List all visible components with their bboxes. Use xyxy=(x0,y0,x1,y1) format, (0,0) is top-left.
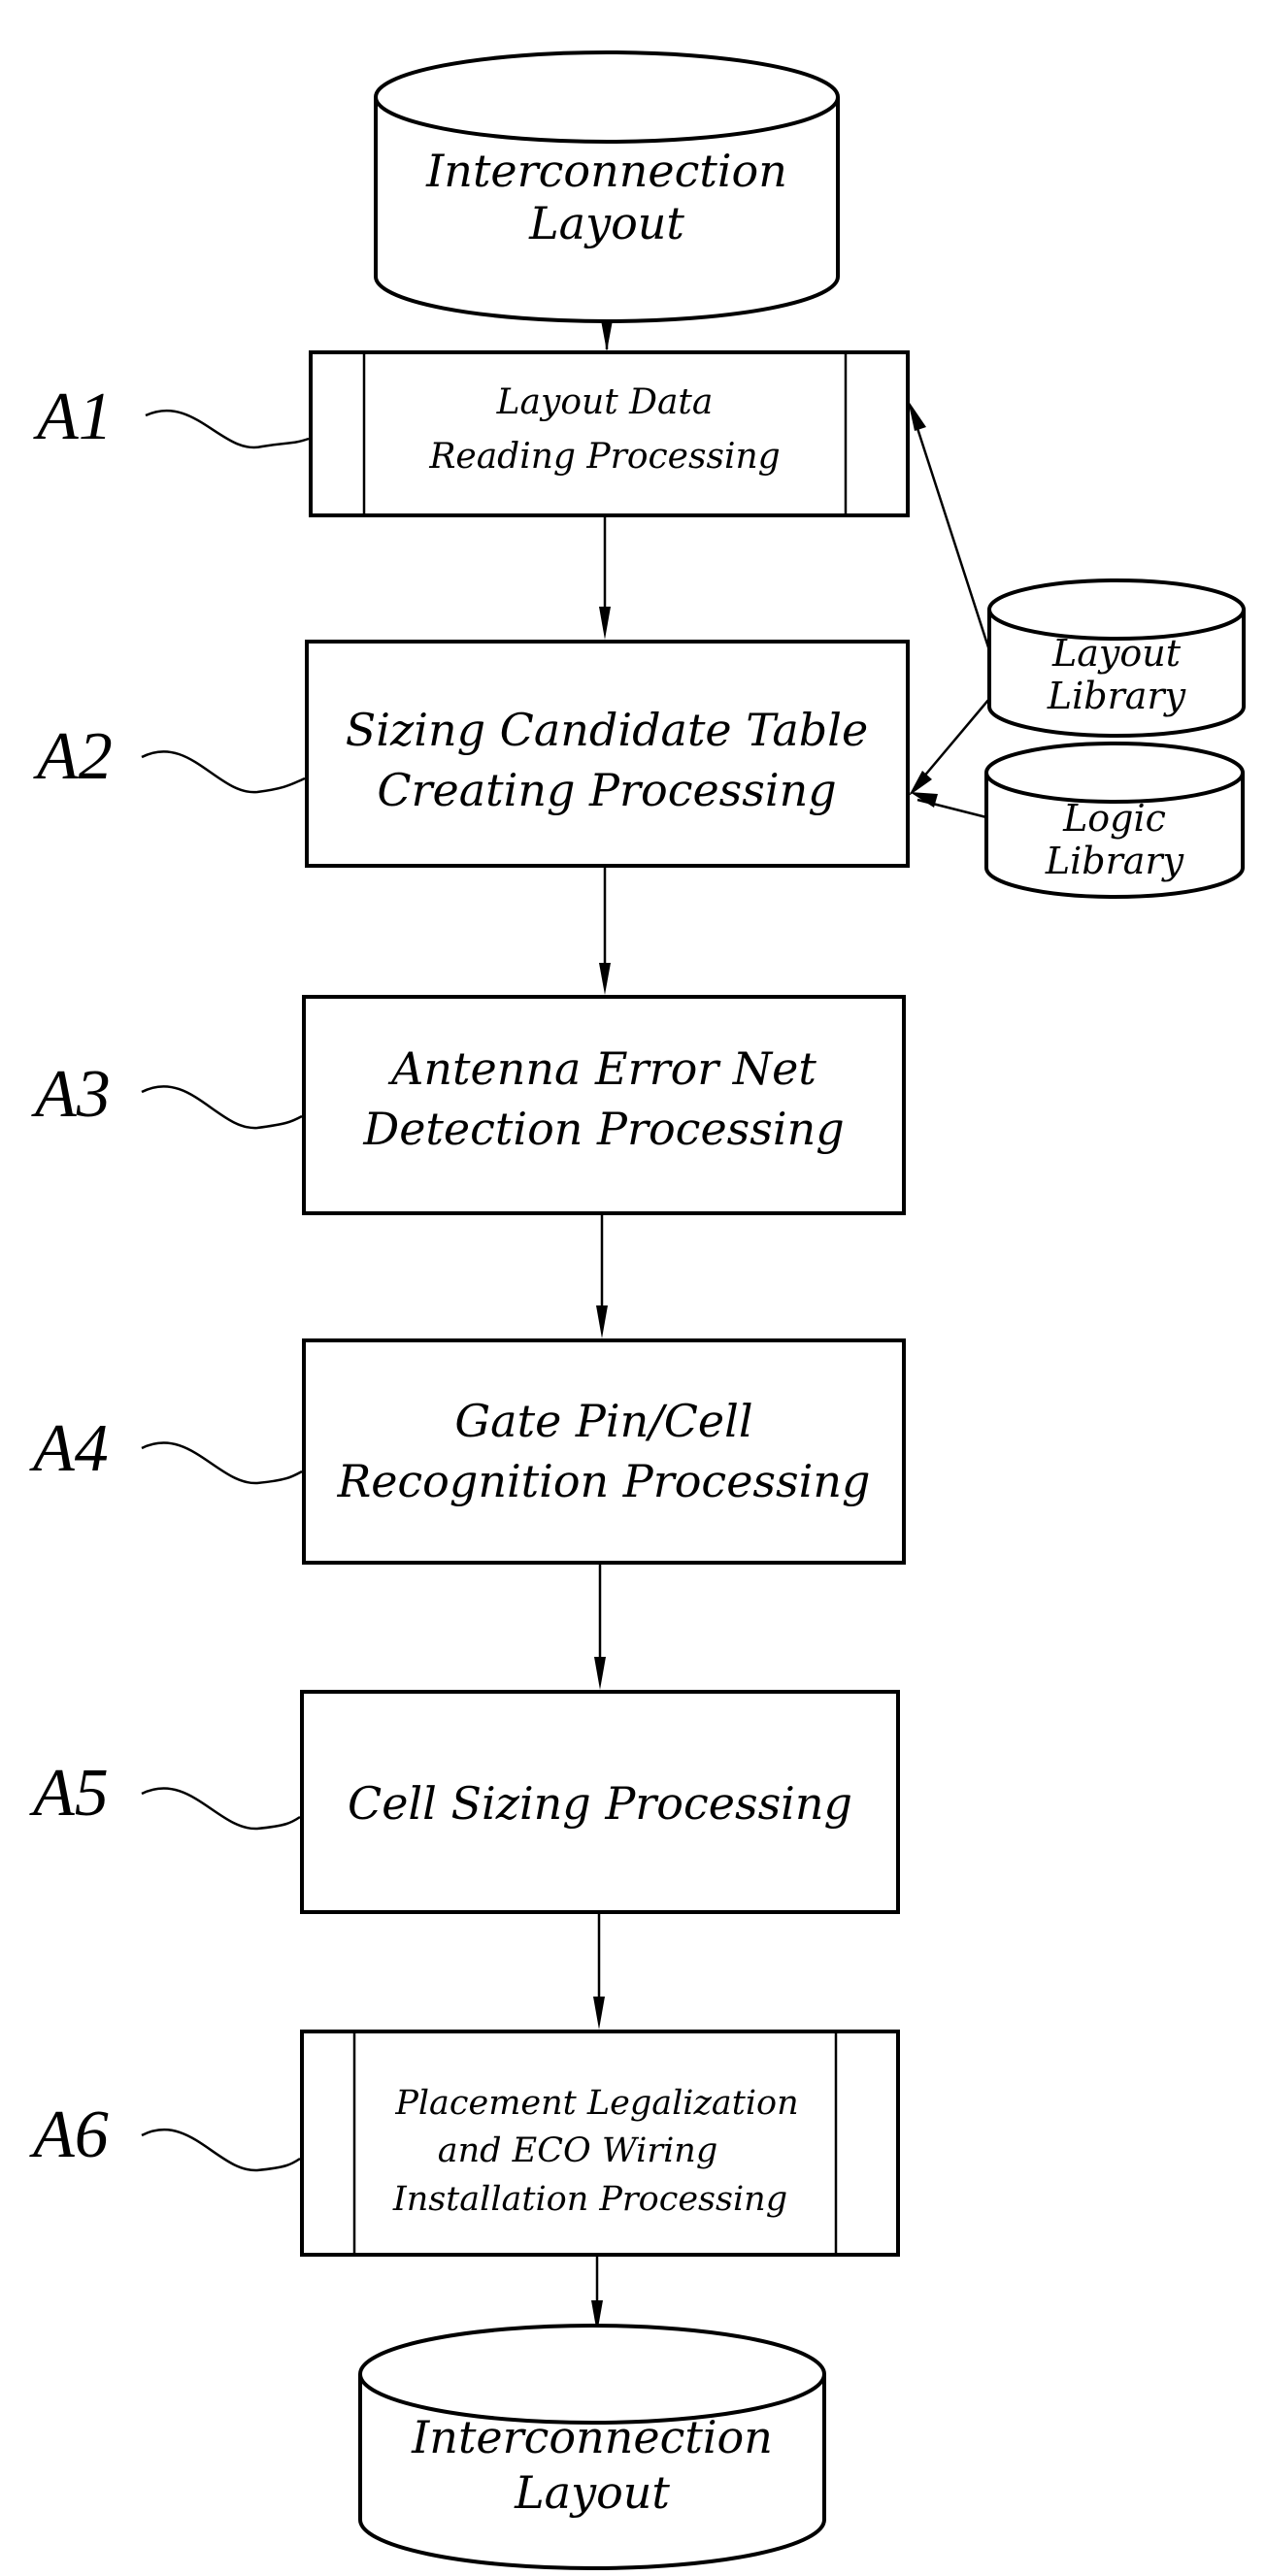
step-a1-id: A1 xyxy=(33,380,113,454)
arrowhead xyxy=(601,320,613,351)
step-a3: Antenna Error Net Detection Processing xyxy=(302,995,906,1215)
step-a5-line-1: Cell Sizing Processing xyxy=(348,1777,852,1830)
step-a6-line-3: Installation Processing xyxy=(392,2180,787,2219)
leader-a6 xyxy=(141,2128,301,2172)
step-a4-line-2: Recognition Processing xyxy=(337,1455,871,1507)
logic-library-line-2: Library xyxy=(1045,840,1184,882)
arrowhead xyxy=(599,607,611,640)
step-a1-line-1: Layout Data xyxy=(496,382,714,422)
leader-a4 xyxy=(141,1441,303,1485)
step-a6: Placement Legalization and ECO Wiring In… xyxy=(300,2030,900,2257)
step-a2-line-1: Sizing Candidate Table xyxy=(346,704,868,756)
arrowhead xyxy=(593,1997,605,2030)
arrow-layout-library-to-a1 xyxy=(913,418,991,651)
step-a2-line-2: Creating Processing xyxy=(377,764,836,816)
step-a1-line-2: Reading Processing xyxy=(428,437,780,477)
end-label-line-2: Layout xyxy=(514,2466,670,2519)
step-a5: Cell Sizing Processing xyxy=(300,1690,900,1914)
layout-library-database: Layout Library xyxy=(987,578,1246,738)
leader-a2 xyxy=(141,750,306,794)
leader-a5 xyxy=(141,1787,301,1831)
layout-library-line-2: Library xyxy=(1047,675,1186,717)
leader-a3 xyxy=(141,1085,303,1130)
step-a6-id: A6 xyxy=(29,2097,109,2172)
arrowhead xyxy=(596,1305,608,1338)
step-a4-id: A4 xyxy=(29,1411,109,1486)
end-label-line-1: Interconnection xyxy=(411,2411,773,2463)
arrowhead xyxy=(909,771,932,796)
step-a1: Layout Data Reading Processing xyxy=(309,350,910,517)
start-database: Interconnection Layout xyxy=(374,50,840,323)
step-a4: Gate Pin/Cell Recognition Processing xyxy=(302,1338,906,1565)
step-a6-line-1: Placement Legalization xyxy=(394,2084,798,2123)
arrowhead xyxy=(908,400,926,431)
step-a2-id: A2 xyxy=(33,719,113,794)
step-a3-line-2: Detection Processing xyxy=(362,1103,844,1155)
step-a5-id: A5 xyxy=(29,1756,109,1831)
logic-library-database: Logic Library xyxy=(984,742,1245,899)
flowchart: Interconnection Layout Layout Data Readi… xyxy=(29,50,1246,2570)
arrowhead xyxy=(910,792,938,808)
leader-a1 xyxy=(145,409,310,449)
arrow-layout-library-to-a2 xyxy=(916,698,990,785)
layout-library-line-1: Layout xyxy=(1051,632,1182,675)
step-a3-line-1: Antenna Error Net xyxy=(387,1042,816,1095)
start-label-line-1: Interconnection xyxy=(425,145,787,197)
arrowhead xyxy=(599,963,611,995)
step-a2: Sizing Candidate Table Creating Processi… xyxy=(305,640,910,868)
end-database: Interconnection Layout xyxy=(358,2324,826,2570)
start-label-line-2: Layout xyxy=(528,197,684,249)
step-a3-id: A3 xyxy=(31,1057,111,1132)
step-a6-line-2: and ECO Wiring xyxy=(438,2131,718,2170)
arrowhead xyxy=(594,1657,606,1690)
step-a4-line-1: Gate Pin/Cell xyxy=(454,1395,752,1447)
logic-library-line-1: Logic xyxy=(1062,797,1166,840)
